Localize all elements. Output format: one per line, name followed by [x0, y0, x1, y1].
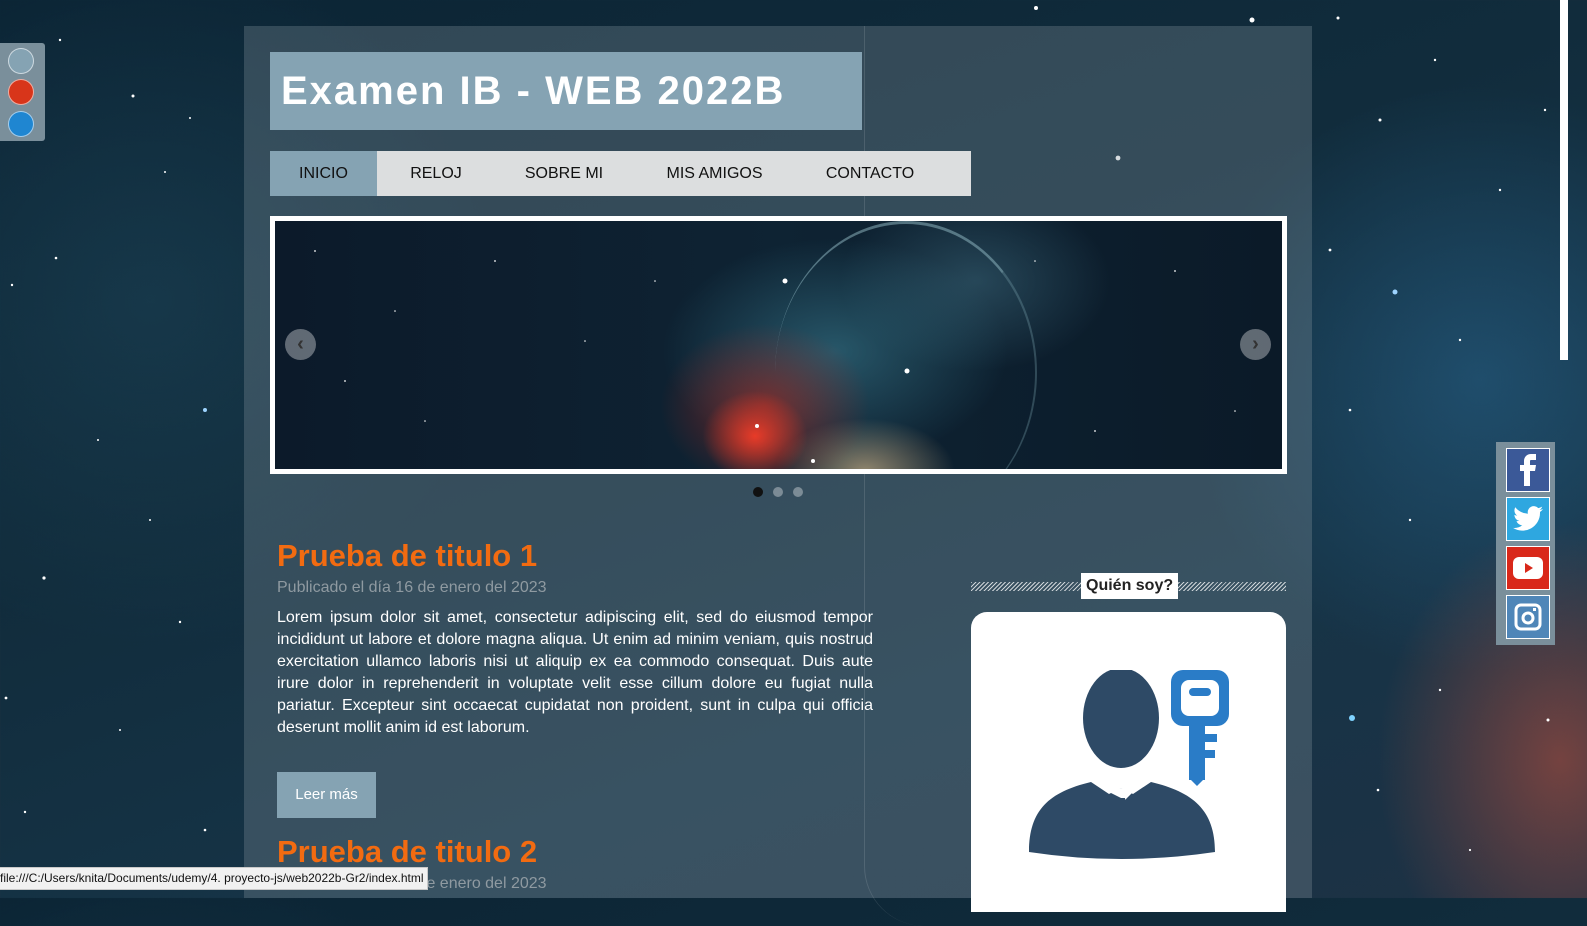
user-key-icon	[1029, 670, 1229, 859]
slide-image-nebula: ‹ ›	[275, 221, 1282, 469]
instagram-icon	[1514, 603, 1542, 631]
page-scrollbar[interactable]	[1557, 0, 1587, 898]
slider-pager	[753, 487, 803, 497]
nav-item-reloj[interactable]: RELOJ	[377, 151, 495, 196]
instagram-button[interactable]	[1506, 595, 1550, 639]
nav-item-sobre-mi[interactable]: SOBRE MI	[495, 151, 633, 196]
theme-option-blue[interactable]	[8, 111, 34, 137]
facebook-button[interactable]	[1506, 448, 1550, 492]
pager-dot[interactable]	[753, 487, 763, 497]
scrollbar-thumb[interactable]	[1560, 0, 1568, 360]
image-slider: ‹ ›	[270, 216, 1287, 474]
pager-dot[interactable]	[773, 487, 783, 497]
about-card	[971, 612, 1286, 912]
slider-prev-button[interactable]: ‹	[285, 329, 316, 360]
article-title[interactable]: Prueba de titulo 1	[277, 538, 873, 574]
youtube-button[interactable]	[1506, 546, 1550, 590]
site-logo[interactable]: Examen IB - WEB 2022B	[270, 52, 862, 130]
article-date: Publicado el día 16 de enero del 2023	[277, 579, 547, 596]
youtube-icon	[1513, 557, 1543, 579]
main-container: Examen IB - WEB 2022B INICIO RELOJ SOBRE…	[244, 26, 1312, 926]
main-nav: INICIO RELOJ SOBRE MI MIS AMIGOS CONTACT…	[270, 151, 971, 196]
facebook-icon	[1520, 454, 1536, 486]
theme-option-red[interactable]	[8, 79, 34, 105]
social-sidebar	[1496, 442, 1555, 645]
article-title[interactable]: Prueba de titulo 2	[277, 834, 873, 870]
aside-title: Quién soy?	[1081, 573, 1179, 599]
theme-switcher	[0, 43, 45, 141]
twitter-icon	[1513, 506, 1543, 531]
browser-status-bar: file:///C:/Users/knita/Documents/udemy/4…	[0, 867, 428, 890]
chevron-left-icon: ‹	[297, 333, 304, 355]
chevron-right-icon: ›	[1252, 333, 1259, 355]
aside-heading: Quién soy?	[971, 573, 1286, 599]
article-1: Prueba de titulo 1 Publicado el día 16 d…	[277, 538, 873, 818]
twitter-button[interactable]	[1506, 497, 1550, 541]
article-body: Lorem ipsum dolor sit amet, consectetur …	[277, 609, 873, 736]
read-more-button[interactable]: Leer más	[277, 772, 376, 818]
theme-option-gray[interactable]	[8, 48, 34, 74]
pager-dot[interactable]	[793, 487, 803, 497]
site-title: Examen IB - WEB 2022B	[281, 69, 786, 113]
nav-item-contacto[interactable]: CONTACTO	[796, 151, 944, 196]
slider-next-button[interactable]: ›	[1240, 329, 1271, 360]
nav-item-mis-amigos[interactable]: MIS AMIGOS	[633, 151, 796, 196]
nav-item-inicio[interactable]: INICIO	[270, 151, 377, 196]
